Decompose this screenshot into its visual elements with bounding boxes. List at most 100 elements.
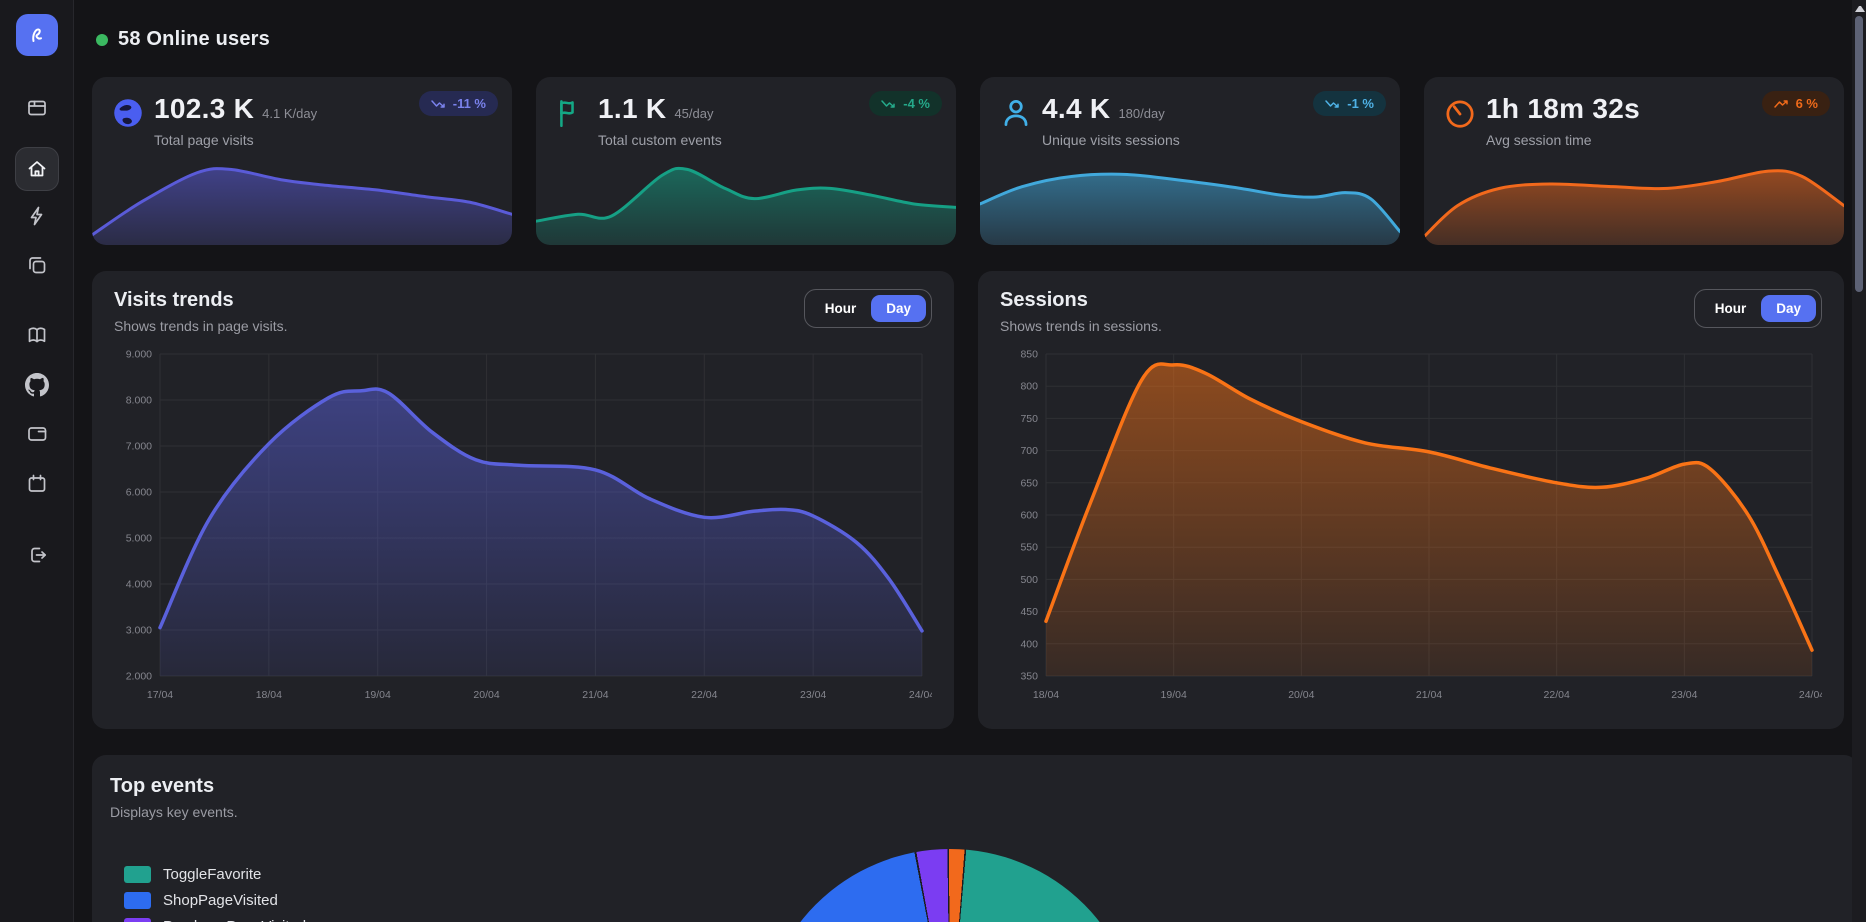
page-visits-sparkline (92, 149, 512, 245)
online-users-header: 58 Online users (96, 28, 1858, 51)
trend-down-icon (431, 99, 446, 109)
svg-text:19/04: 19/04 (1161, 689, 1187, 701)
toggle-hour-button[interactable]: Hour (810, 295, 872, 322)
toggle-hour-button[interactable]: Hour (1700, 295, 1762, 322)
legend-item[interactable]: PurchasePageVisited (124, 918, 384, 922)
svg-text:3.000: 3.000 (126, 625, 152, 637)
svg-text:700: 700 (1020, 445, 1038, 457)
svg-text:600: 600 (1020, 510, 1038, 522)
page-scrollbar[interactable] (1852, 0, 1866, 922)
panel-title: Visits trends (114, 289, 288, 312)
card-unique-visits-sessions: 4.4 K 180/day Unique visits sessions -1 … (980, 77, 1400, 245)
wallet-icon[interactable] (25, 421, 49, 445)
trend-down-icon (1325, 99, 1340, 109)
top-events-legend: ToggleFavorite ShopPageVisited PurchaseP… (124, 866, 384, 922)
svg-text:8.000: 8.000 (126, 395, 152, 407)
svg-text:6.000: 6.000 (126, 487, 152, 499)
panel-title: Sessions (1000, 289, 1162, 312)
logout-icon[interactable] (25, 543, 49, 567)
visits-area-chart: 9.000 8.000 7.000 6.000 5.000 4.000 3.000 2.000… (114, 338, 932, 706)
svg-text:400: 400 (1020, 638, 1038, 650)
scrollbar-thumb[interactable] (1855, 16, 1863, 292)
svg-text:18/04: 18/04 (256, 689, 282, 701)
trend-badge: -11 % (419, 91, 498, 116)
legend-item[interactable]: ToggleFavorite (124, 866, 384, 883)
card-total-custom-events: 1.1 K 45/day Total custom events -4 % (536, 77, 956, 245)
logo-icon (25, 23, 49, 47)
copy-icon[interactable] (25, 253, 49, 277)
sidebar (0, 0, 74, 922)
card-label: Total page visits (154, 132, 317, 148)
card-label: Avg session time (1486, 132, 1640, 148)
svg-text:17/04: 17/04 (147, 689, 173, 701)
trend-badge: -4 % (869, 91, 942, 116)
svg-text:550: 550 (1020, 542, 1038, 554)
sessions-sparkline (980, 149, 1400, 245)
svg-text:20/04: 20/04 (473, 689, 499, 701)
top-events-pie-chart (760, 849, 1140, 922)
legend-label: PurchasePageVisited (163, 918, 306, 922)
card-rate: 45/day (674, 106, 713, 121)
stat-cards-row: 102.3 K 4.1 K/day Total page visits -11 … (92, 77, 1858, 245)
svg-text:21/04: 21/04 (582, 689, 608, 701)
trend-up-icon (1774, 99, 1789, 109)
card-value: 1h 18m 32s (1486, 93, 1640, 125)
online-users-label: 58 Online users (118, 28, 270, 51)
top-events-panel: Top events Displays key events. ToggleFa… (92, 755, 1858, 922)
svg-text:21/04: 21/04 (1416, 689, 1442, 701)
svg-text:750: 750 (1020, 413, 1038, 425)
legend-color-chip (124, 918, 151, 922)
card-total-page-visits: 102.3 K 4.1 K/day Total page visits -11 … (92, 77, 512, 245)
svg-text:850: 850 (1020, 349, 1038, 361)
svg-text:19/04: 19/04 (365, 689, 391, 701)
visits-interval-toggle: Hour Day (804, 289, 932, 328)
window-icon[interactable] (25, 96, 49, 120)
app-logo[interactable] (16, 14, 58, 56)
card-label: Total custom events (598, 132, 722, 148)
svg-text:9.000: 9.000 (126, 349, 152, 361)
card-avg-session-time: 1h 18m 32s Avg session time 6 % (1424, 77, 1844, 245)
avg-session-sparkline (1424, 149, 1844, 245)
trend-panels-row: Visits trends Shows trends in page visit… (92, 271, 1858, 729)
svg-text:23/04: 23/04 (800, 689, 826, 701)
sessions-interval-toggle: Hour Day (1694, 289, 1822, 328)
svg-text:350: 350 (1020, 671, 1038, 683)
lightning-icon[interactable] (25, 204, 49, 228)
globe-icon (110, 95, 146, 131)
panel-subtitle: Shows trends in sessions. (1000, 318, 1162, 334)
svg-text:20/04: 20/04 (1288, 689, 1314, 701)
online-status-dot (96, 34, 108, 46)
user-icon (998, 95, 1034, 131)
calendar-icon[interactable] (25, 472, 49, 496)
home-icon (25, 157, 49, 181)
visits-trends-panel: Visits trends Shows trends in page visit… (92, 271, 954, 729)
card-value: 4.4 K (1042, 93, 1110, 125)
github-icon[interactable] (25, 373, 49, 397)
svg-text:4.000: 4.000 (126, 579, 152, 591)
card-label: Unique visits sessions (1042, 132, 1180, 148)
svg-text:7.000: 7.000 (126, 441, 152, 453)
panel-subtitle: Shows trends in page visits. (114, 318, 288, 334)
card-value: 1.1 K (598, 93, 666, 125)
legend-color-chip (124, 892, 151, 909)
svg-text:18/04: 18/04 (1033, 689, 1059, 701)
trend-badge: 6 % (1762, 91, 1830, 116)
svg-text:450: 450 (1020, 606, 1038, 618)
legend-label: ShopPageVisited (163, 892, 278, 909)
svg-text:800: 800 (1020, 381, 1038, 393)
sessions-area-chart: 85080075070065060055050045040035018/0419… (1000, 338, 1822, 706)
trend-badge: -1 % (1313, 91, 1386, 116)
main-content: 58 Online users 102.3 K 4.1 K/day Total … (74, 28, 1866, 922)
sessions-panel: Sessions Shows trends in sessions. Hour … (978, 271, 1844, 729)
card-rate: 180/day (1118, 106, 1164, 121)
svg-text:2.000: 2.000 (126, 671, 152, 683)
sidebar-item-home[interactable] (15, 147, 59, 191)
book-icon[interactable] (25, 323, 49, 347)
panel-subtitle: Displays key events. (110, 804, 1840, 820)
svg-text:22/04: 22/04 (1544, 689, 1570, 701)
legend-item[interactable]: ShopPageVisited (124, 892, 384, 909)
toggle-day-button[interactable]: Day (1761, 295, 1816, 322)
toggle-day-button[interactable]: Day (871, 295, 926, 322)
svg-text:5.000: 5.000 (126, 533, 152, 545)
scrollbar-up-arrow[interactable] (1855, 4, 1865, 12)
